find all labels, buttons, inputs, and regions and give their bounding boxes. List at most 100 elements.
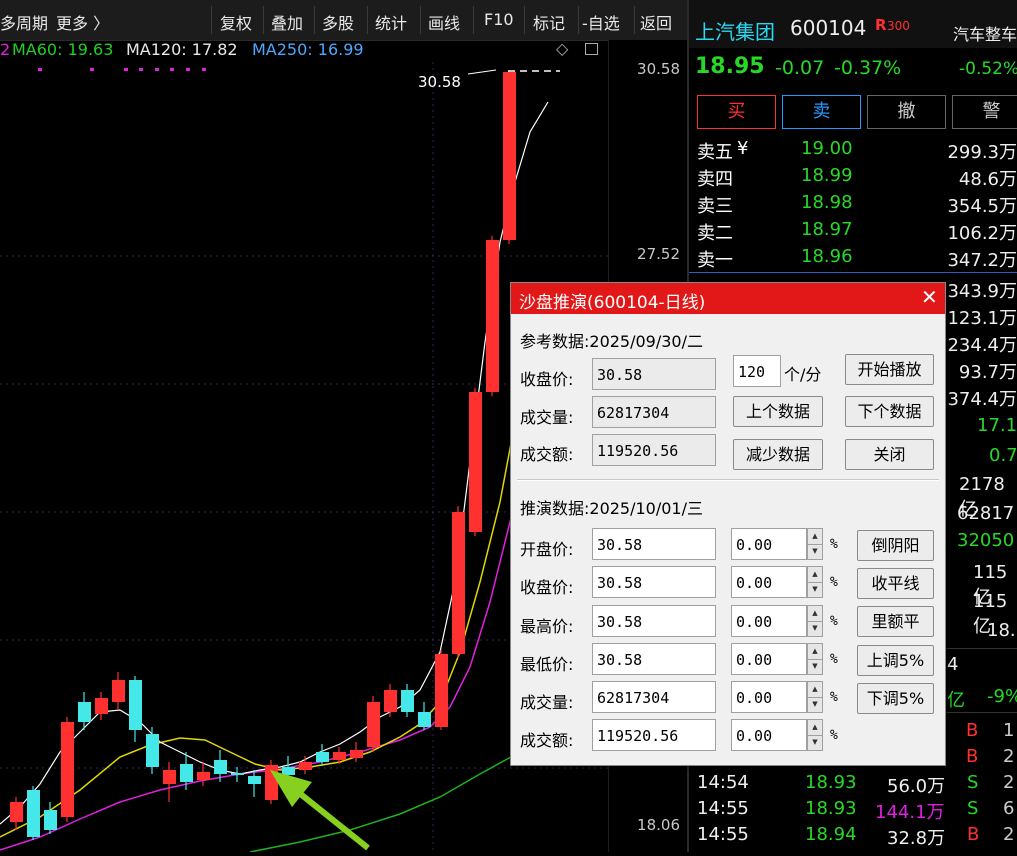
candle-body [265,765,278,800]
candle-body [333,752,346,760]
dialog-titlebar[interactable]: 沙盘推演(600104-日线) ✕ [511,283,945,314]
sim-open-pct-input[interactable]: 0.00 [731,528,807,560]
sim-low-field[interactable]: 30.58 [592,643,716,675]
stock-badge: R [875,16,887,34]
spin-down-icon[interactable]: ▼ [808,735,822,750]
lower-5pct-button[interactable]: 下调5% [857,683,934,714]
stock-badge-num: 300 [887,19,910,33]
spin-up-icon[interactable]: ▲ [808,567,822,583]
candle-body [163,770,176,784]
raise-5pct-button[interactable]: 上调5% [857,645,934,676]
next-data-button[interactable]: 下个数据 [845,396,934,427]
buy-button[interactable]: 买 [697,95,776,129]
percent-sign: % [830,537,838,552]
order-label: 卖五 [697,142,733,163]
sell-button[interactable]: 卖 [782,95,861,129]
toolbar-item-stats[interactable]: 统计 [375,10,407,34]
stock-name[interactable]: 上汽集团 [695,16,775,45]
flat-close-button[interactable]: 收平线 [857,568,934,599]
close-dialog-button[interactable]: 关闭 [845,439,934,470]
cancel-order-button[interactable]: 撤 [867,95,946,129]
sim-volume-field[interactable]: 62817304 [592,681,716,713]
close-icon[interactable]: ✕ [921,285,938,309]
sim-low-pct-input[interactable]: 0.00 [731,643,807,675]
sim-amount-field[interactable]: 119520.56 [592,719,716,751]
sector-name[interactable]: 汽车整车 [953,21,1017,45]
prev-data-button[interactable]: 上个数据 [733,396,823,427]
candle-body [350,750,363,758]
toolbar-item-draw[interactable]: 画线 [428,10,460,34]
period-button[interactable]: 多周期 [0,10,48,34]
tick-row: 14:55 18.93 144.1万 S 6 [697,798,1017,824]
quote-header: 上汽集团 600104 R 300 汽车整车 [689,0,1017,48]
toolbar-item-fuquan[interactable]: 复权 [220,10,252,34]
spin-down-icon[interactable]: ▼ [808,544,822,559]
toolbar-divider [420,6,421,34]
pct-spinner[interactable]: ▲ ▼ [807,528,823,560]
candle-body [401,690,414,712]
more-button[interactable]: 更多 〉 [56,10,109,34]
sector-change-pct: -0.52% [959,59,1017,79]
tick-bs: B [967,824,980,845]
candle-body [78,702,91,722]
pct-spinner[interactable]: ▲ ▼ [807,719,823,751]
spin-up-icon[interactable]: ▲ [808,529,822,545]
order-price: 18.96 [801,246,853,267]
sim-high-label: 最高价: [520,617,574,636]
ref-close-label: 收盘价: [520,370,574,389]
alert-button[interactable]: 警 [952,95,1017,129]
candle-body [146,734,159,767]
diamond-icon[interactable]: ◇ [556,39,568,58]
tick-row: 14:55 18.94 32.8万 B 2 [697,824,1017,850]
toolbar-item-mark[interactable]: 标记 [533,10,565,34]
window-toggle-icon[interactable] [585,43,598,55]
spin-down-icon[interactable]: ▼ [808,582,822,597]
candles [10,70,516,840]
spin-up-icon[interactable]: ▲ [808,606,822,622]
spin-up-icon[interactable]: ▲ [808,682,822,698]
sim-high-field[interactable]: 30.58 [592,605,716,637]
order-sell-5: 卖五 ¥ 19.00 299.3万 [697,138,1017,163]
tick-time: 14:54 [697,772,749,793]
pct-spinner[interactable]: ▲ ▼ [807,681,823,713]
spin-down-icon[interactable]: ▼ [808,621,822,636]
candle-body [316,752,329,762]
candle-body [129,680,142,730]
spin-up-icon[interactable]: ▲ [808,720,822,736]
toolbar-divider [367,6,368,34]
amount-flat-button[interactable]: 里额平 [857,606,934,637]
spin-up-icon[interactable]: ▲ [808,644,822,660]
order-label: 卖二 [697,223,733,244]
toolbar-item-multistock[interactable]: 多股 [322,10,354,34]
sim-open-field[interactable]: 30.58 [592,528,716,560]
reduce-data-button[interactable]: 减少数据 [733,439,823,470]
pct-spinner[interactable]: ▲ ▼ [807,643,823,675]
invert-candle-button[interactable]: 倒阴阳 [857,530,934,561]
toolbar-item-back[interactable]: 返回 [640,10,672,34]
tick-count: 2 [1003,772,1015,793]
sim-high-pct-input[interactable]: 0.00 [731,605,807,637]
toolbar-item-overlay[interactable]: 叠加 [271,10,303,34]
candle-body [180,764,193,782]
ma250-label: MA250: 16.99 [252,40,364,59]
order-price: 18.97 [801,219,853,240]
pct-spinner[interactable]: ▲ ▼ [807,566,823,598]
sim-close-pct-input[interactable]: 0.00 [731,566,807,598]
speed-input[interactable]: 120 [733,355,781,387]
pct-spinner[interactable]: ▲ ▼ [807,605,823,637]
tick-vol: 56.0万 [887,776,946,797]
dialog-separator [517,479,939,481]
sim-close-field[interactable]: 30.58 [592,566,716,598]
start-play-button[interactable]: 开始播放 [845,354,934,385]
toolbar-item-f10[interactable]: F10 [484,10,514,29]
toolbar-divider [314,6,315,34]
speed-unit: 个/分 [784,365,822,384]
toolbar-item-watchlist[interactable]: -自选 [582,10,620,34]
tick-vol: 144.1万 [875,802,945,823]
candle-body [248,776,261,784]
sim-amount-pct-input[interactable]: 0.00 [731,719,807,751]
stat-value: 32050 [957,530,1015,551]
spin-down-icon[interactable]: ▼ [808,659,822,674]
sim-volume-pct-input[interactable]: 0.00 [731,681,807,713]
spin-down-icon[interactable]: ▼ [808,697,822,712]
